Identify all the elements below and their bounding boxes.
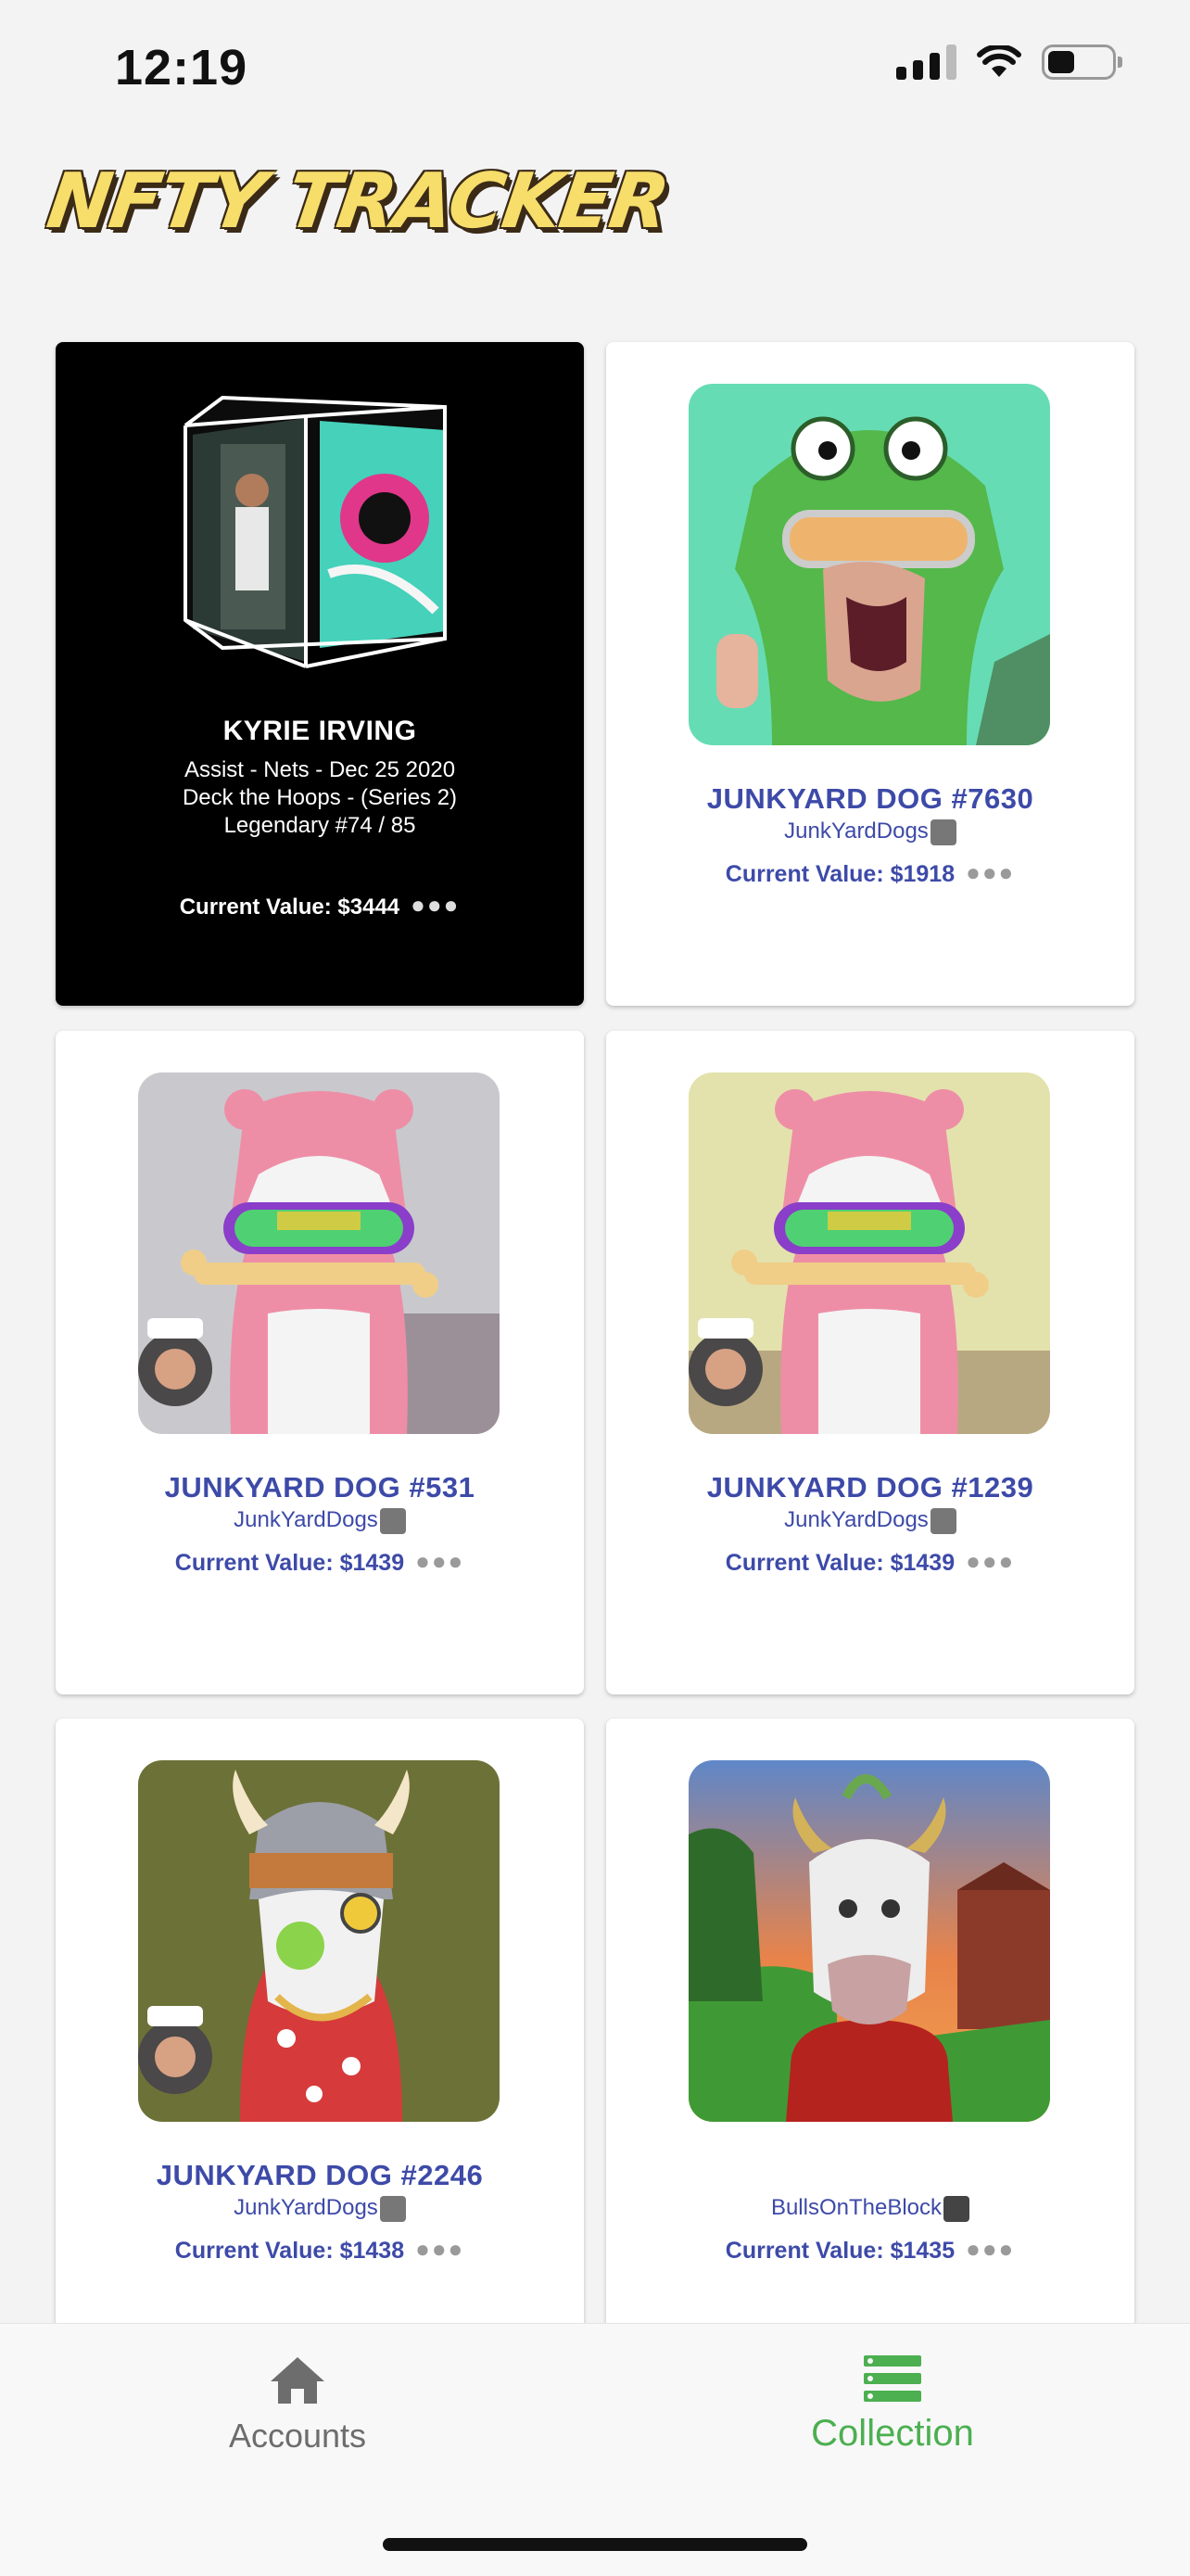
collection-name: BullsOnTheBlock [770,2195,943,2220]
cellular-signal-icon [896,44,956,80]
status-icons [896,44,1122,80]
card-collection: JunkYardDogs [56,2195,584,2222]
collection-badge-icon [930,818,956,845]
more-options-icon[interactable]: ●●● [966,858,1015,887]
tab-collection-label: Collection [811,2413,974,2454]
nft-card-junkyard-dog-1239[interactable]: JUNKYARD DOG #1239 JunkYardDogs Current … [606,1031,1134,1694]
nft-artwork-junkyard-dog-1239 [689,1072,1050,1434]
nft-card-kyrie-irving[interactable]: KYRIE IRVING Assist - Nets - Dec 25 2020… [56,342,584,1006]
more-options-icon[interactable]: ●●● [966,1547,1015,1576]
card-current-value: Current Value: $1435 ●●● [606,2235,1134,2265]
card-collection: JunkYardDogs [606,818,1134,845]
nft-artwork-junkyard-dog-531 [138,1072,500,1434]
more-options-icon[interactable]: ●●● [411,891,460,920]
card-detail-line: Assist - Nets - Dec 25 2020 [184,757,456,782]
more-options-icon[interactable]: ●●● [415,2235,464,2264]
card-title: JUNKYARD DOG #2246 [156,2159,484,2191]
nft-card-junkyard-dog-531[interactable]: JUNKYARD DOG #531 JunkYardDogs Current V… [56,1031,584,1694]
nft-artwork-junkyard-dog-7630 [689,384,1050,745]
collection-badge-icon [379,2195,406,2222]
card-current-value: Current Value: $3444 ●●● [56,891,584,920]
wifi-icon [977,45,1021,77]
collection-name: JunkYardDogs [234,1507,378,1532]
card-collection: BullsOnTheBlock [606,2195,1134,2222]
card-value-text: Current Value: $3444 [179,895,400,920]
collection-badge-icon [379,1507,406,1534]
more-options-icon[interactable]: ●●● [966,2235,1015,2264]
home-indicator [383,2538,807,2551]
card-current-value: Current Value: $1439 ●●● [56,1547,584,1577]
tab-collection[interactable]: Collection [595,2324,1190,2491]
collection-name: JunkYardDogs [784,1507,929,1532]
nft-card-junkyard-dog-2246[interactable]: JUNKYARD DOG #2246 JunkYardDogs Current … [56,1719,584,2382]
collection-badge-icon [943,2195,970,2222]
more-options-icon[interactable]: ●●● [415,1547,464,1576]
tab-accounts-label: Accounts [228,2417,367,2455]
card-detail-line: Deck the Hoops - (Series 2) [182,785,458,810]
card-current-value: Current Value: $1438 ●●● [56,2235,584,2265]
card-collection: JunkYardDogs [56,1507,584,1534]
nft-card-junkyard-dog-7630[interactable]: JUNKYARD DOG #7630 JunkYardDogs Current … [606,342,1134,1006]
card-value-text: Current Value: $1439 [725,1550,956,1576]
card-collection: JunkYardDogs [606,1507,1134,1534]
home-icon [271,2357,324,2404]
card-value-text: Current Value: $1918 [725,861,956,887]
card-value-text: Current Value: $1439 [174,1550,405,1576]
collection-badge-icon [930,1507,956,1534]
card-title: JUNKYARD DOG #1239 [706,1471,1034,1504]
collection-name: JunkYardDogs [234,2195,378,2220]
card-title: JUNKYARD DOG #7630 [706,782,1034,815]
tab-accounts[interactable]: Accounts [0,2324,595,2491]
battery-icon [1042,44,1122,80]
nft-card-bulls-on-the-block[interactable]: BullsOnTheBlock Current Value: $1435 ●●● [606,1719,1134,2382]
app-logo: NFTY TRACKER [42,158,674,246]
collection-name: JunkYardDogs [784,818,929,844]
nft-artwork-junkyard-dog-2246 [138,1760,500,2122]
card-value-text: Current Value: $1435 [725,2238,956,2264]
card-title: JUNKYARD DOG #531 [164,1471,475,1504]
card-current-value: Current Value: $1439 ●●● [606,1547,1134,1577]
card-current-value: Current Value: $1918 ●●● [606,858,1134,888]
card-title: KYRIE IRVING [222,716,417,746]
nft-artwork-bulls-on-the-block [689,1760,1050,2122]
collection-list-icon [864,2355,921,2402]
card-detail-line: Legendary #74 / 85 [223,813,416,838]
nft-artwork-kyrie [184,395,447,668]
card-value-text: Current Value: $1438 [174,2238,405,2264]
status-time: 12:19 [115,40,248,95]
